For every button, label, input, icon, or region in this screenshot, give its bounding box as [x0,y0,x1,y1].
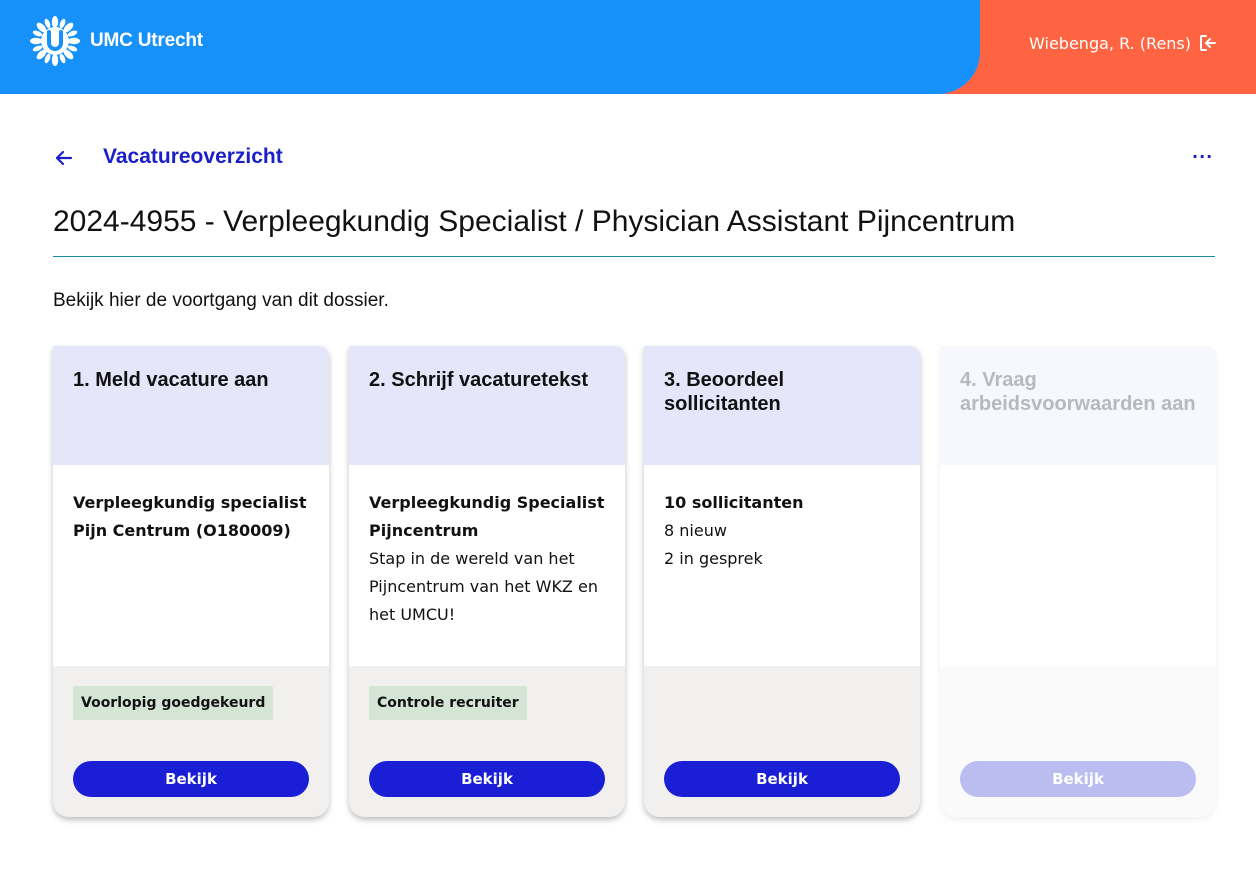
title-divider [53,256,1215,257]
step-card-1: 1. Meld vacature aan Verpleegkundig spec… [53,346,329,817]
step-title: 4. Vraag arbeidsvoorwaarden aan [940,346,1216,465]
logout-icon[interactable] [1198,33,1218,53]
app-header: UMC Utrecht Wiebenga, R. (Rens) [0,0,1256,94]
step-description: Stap in de wereld van het Pijncentrum va… [369,549,598,624]
step-body [940,465,1216,666]
page-intro: Bekijk hier de voortgang van dit dossier… [53,290,389,311]
step-summary: Verpleegkundig Specialist Pijncentrum [369,493,605,540]
step-footer: Controle recruiter Bekijk [349,666,625,817]
applicants-new: 8 nieuw [664,521,727,540]
applicant-count: 10 sollicitanten [664,493,804,512]
applicants-interview: 2 in gesprek [664,549,763,568]
step-summary: Verpleegkundig specialist Pijn Centrum (… [73,493,307,540]
view-button-disabled: Bekijk [960,761,1196,797]
umc-logo-icon [30,16,80,66]
step-footer: Bekijk [940,666,1216,817]
view-button[interactable]: Bekijk [73,761,309,797]
step-title: 3. Beoordeel sollicitanten [644,346,920,465]
step-card-4: 4. Vraag arbeidsvoorwaarden aan Bekijk [940,346,1216,817]
step-card-3: 3. Beoordeel sollicitanten 10 sollicitan… [644,346,920,817]
status-badge: Controle recruiter [369,686,527,720]
step-title: 2. Schrijf vacaturetekst [349,346,625,465]
logo-text: UMC Utrecht [90,30,203,51]
arrow-left-icon[interactable] [53,147,75,169]
step-body: 10 sollicitanten 8 nieuw 2 in gesprek [644,465,920,666]
more-options-icon[interactable]: ··· [1192,147,1213,166]
view-button[interactable]: Bekijk [664,761,900,797]
back-link[interactable]: Vacatureoverzicht [103,145,283,169]
user-name: Wiebenga, R. (Rens) [1029,33,1191,53]
step-title: 1. Meld vacature aan [53,346,329,465]
logo[interactable]: UMC Utrecht [30,16,203,66]
step-footer: Voorlopig goedgekeurd Bekijk [53,666,329,817]
step-card-2: 2. Schrijf vacaturetekst Verpleegkundig … [349,346,625,817]
status-badge: Voorlopig goedgekeurd [73,686,274,720]
view-button[interactable]: Bekijk [369,761,605,797]
page-title: 2024-4955 - Verpleegkundig Specialist / … [53,205,1016,238]
step-body: Verpleegkundig specialist Pijn Centrum (… [53,465,329,666]
step-footer: Bekijk [644,666,920,817]
user-menu: Wiebenga, R. (Rens) [1029,33,1218,53]
step-body: Verpleegkundig Specialist Pijncentrum St… [349,465,625,666]
